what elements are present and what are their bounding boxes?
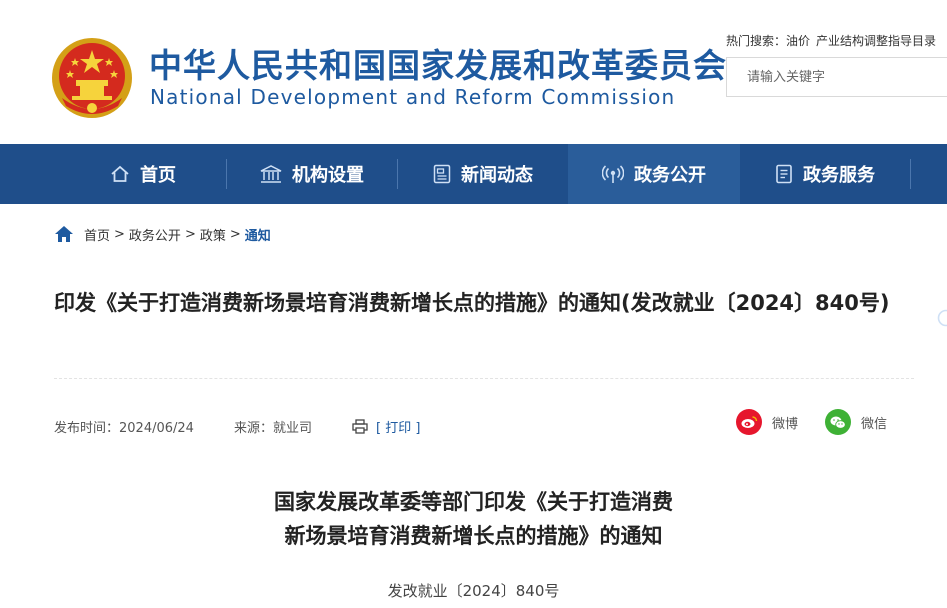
nav-item-organization[interactable]: 机构设置: [227, 144, 397, 204]
nav-item-government-services[interactable]: 政务服务: [740, 144, 910, 204]
print-button[interactable]: [ 打印 ]: [352, 417, 420, 436]
wechat-icon: [825, 409, 851, 435]
weibo-icon: [736, 409, 762, 435]
hot-search-link[interactable]: 产业结构调整指导目录: [816, 34, 936, 48]
share-wechat-button[interactable]: 微信: [825, 408, 887, 436]
article-source: 来源：就业司: [233, 420, 312, 436]
search-input[interactable]: [727, 58, 947, 96]
document-title: 国家发展改革委等部门印发《关于打造消费 新场景培育消费新增长点的措施》的通知: [160, 485, 787, 553]
national-emblem-icon[interactable]: [50, 36, 134, 120]
main-nav: 首页 机构设置 新闻动态 政务公开 政务服务: [0, 144, 947, 327]
breadcrumb-separator: >: [184, 226, 196, 242]
nav-item-label: 政务服务: [803, 165, 875, 186]
partial-nav-icon: [937, 309, 947, 327]
nav-item-home[interactable]: 首页: [60, 144, 226, 204]
hot-search-link[interactable]: 油价: [786, 34, 810, 48]
document-title-line: 新场景培育消费新增长点的措施》的通知: [284, 524, 663, 548]
publish-date: 发布时间：2024/06/24: [54, 420, 194, 436]
breadcrumb-link-home[interactable]: 首页: [84, 225, 110, 244]
news-icon: [433, 164, 451, 184]
document-title-line: 国家发展改革委等部门印发《关于打造消费: [274, 490, 673, 514]
breadcrumb-current[interactable]: 通知: [245, 225, 271, 244]
nav-item-label: 新闻动态: [461, 165, 533, 186]
document-icon: [776, 164, 792, 184]
building-icon: [260, 165, 282, 183]
breadcrumb-separator: >: [229, 226, 241, 242]
breadcrumb-separator: >: [114, 226, 125, 242]
site-header: 中华人民共和国国家发展和改革委员会 National Development a…: [0, 0, 947, 144]
breadcrumb-link-policy[interactable]: 政策: [200, 225, 226, 244]
hot-search: 热门搜索：油价 产业结构调整指导目录: [726, 32, 947, 49]
home-icon[interactable]: [54, 225, 74, 243]
nav-divider: [910, 159, 911, 189]
nav-item-label: 首页: [140, 165, 176, 186]
document-number: 发改就业〔2024〕840号: [387, 582, 560, 600]
article-meta: 发布时间：2024/06/24 来源：就业司 [ 打印 ]: [54, 416, 420, 436]
home-icon: [111, 165, 129, 182]
search-box: [726, 57, 947, 97]
nav-item-label: 政务公开: [634, 165, 706, 186]
breadcrumb-link-affairs[interactable]: 政务公开: [129, 225, 181, 244]
broadcast-icon: [602, 165, 624, 183]
nav-item-government-affairs[interactable]: 政务公开: [568, 144, 740, 204]
breadcrumb: 首页 > 政务公开 > 政策 > 通知: [54, 224, 271, 244]
org-name-en[interactable]: National Development and Reform Commissi…: [150, 84, 675, 110]
share-weibo-label: 微博: [772, 416, 799, 432]
hot-search-label: 热门搜索：: [726, 34, 787, 48]
printer-icon: [352, 418, 368, 434]
title-divider: [54, 378, 914, 379]
article-title: 印发《关于打造消费新场景培育消费新增长点的措施》的通知(发改就业〔2024〕84…: [54, 291, 890, 315]
share-wechat-label: 微信: [861, 416, 888, 432]
org-name-cn[interactable]: 中华人民共和国国家发展和改革委员会: [149, 46, 727, 86]
print-label: [ 打印 ]: [375, 420, 421, 436]
nav-item-news[interactable]: 新闻动态: [398, 144, 568, 204]
nav-item-label: 机构设置: [292, 165, 364, 186]
share-weibo-button[interactable]: 微博: [736, 408, 798, 436]
